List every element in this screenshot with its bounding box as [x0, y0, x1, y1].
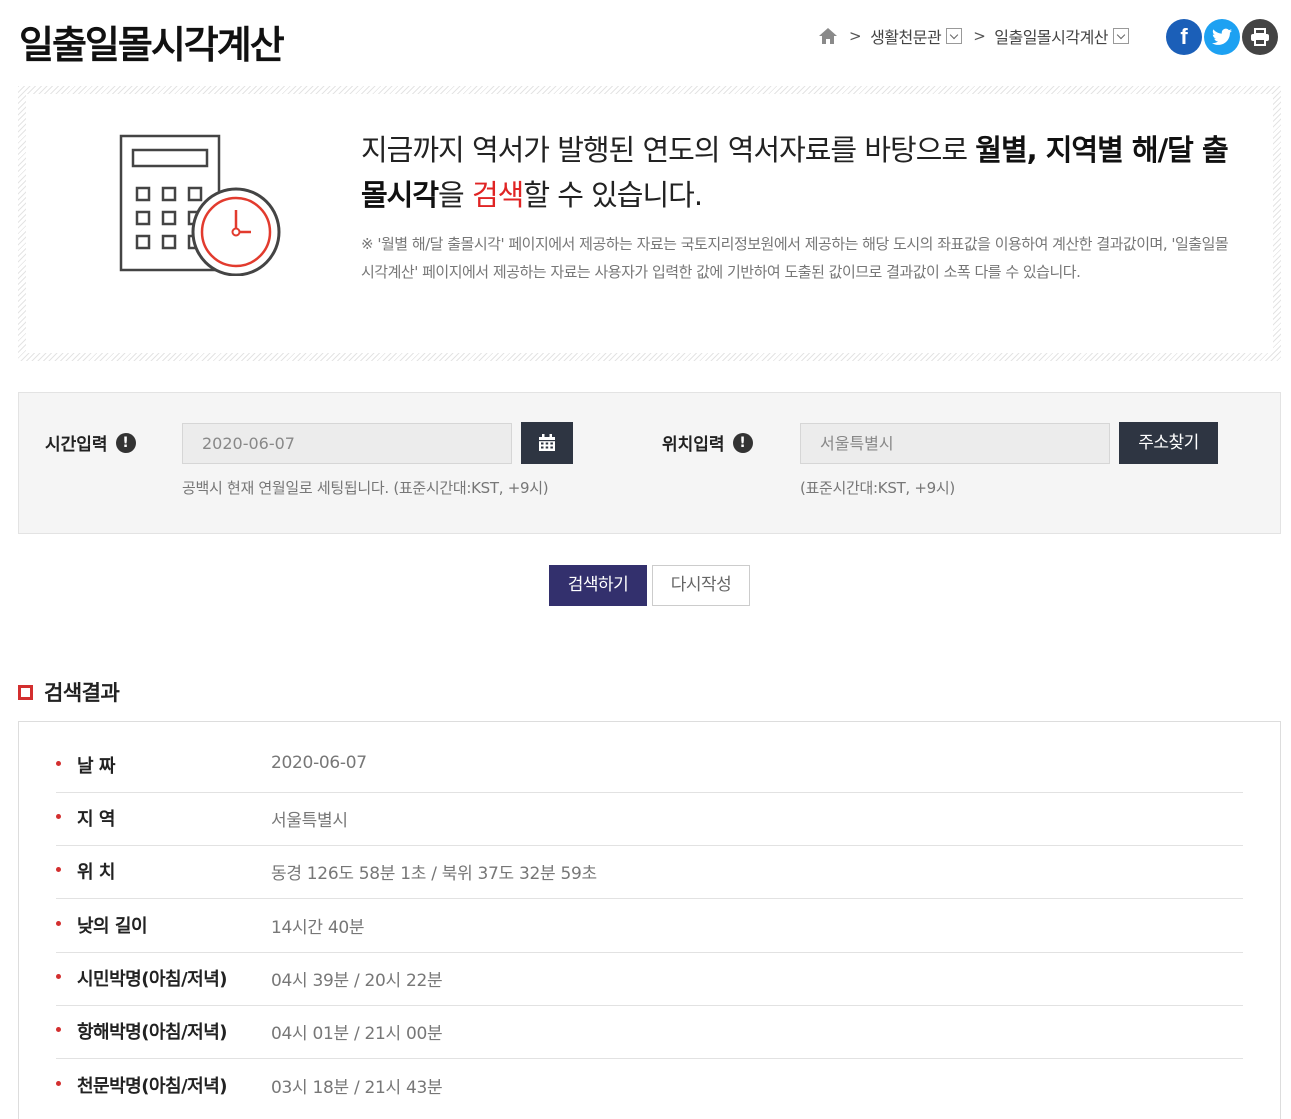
breadcrumb-item-label: 생활천문관	[870, 28, 942, 47]
result-row: 항해박명(아침/저녁) 04시 01분 / 21시 00분	[56, 1006, 1243, 1059]
bullet-icon	[56, 1081, 61, 1086]
breadcrumb-separator: >	[849, 27, 862, 45]
search-form: 시간입력 ! 2020-06-07 공백시 현재 연월일로 세팅됩니다. (표준…	[18, 392, 1281, 534]
facebook-icon[interactable]: f	[1166, 19, 1202, 55]
results-title: 검색결과	[18, 677, 120, 707]
result-label: 시민박명(아침/저녁)	[77, 969, 228, 990]
result-row: 천문박명(아침/저녁) 03시 18분 / 21시 43분	[56, 1060, 1243, 1113]
intro-headline: 지금까지 역서가 발행된 연도의 역서자료를 바탕으로 월별, 지역별 해/달 …	[361, 128, 1241, 218]
breadcrumb-item-category[interactable]: 생활천문관	[870, 24, 963, 48]
location-input-label-text: 위치입력	[662, 435, 725, 455]
result-row: 낮의 길이 14시간 40분	[56, 900, 1243, 953]
square-bullet-icon	[18, 684, 33, 700]
info-icon[interactable]: !	[732, 432, 753, 453]
result-value: 04시 39분 / 20시 22분	[271, 971, 443, 991]
result-value: 동경 126도 58분 1초 / 북위 37도 32분 59초	[271, 864, 597, 884]
bullet-icon	[56, 761, 61, 766]
time-input-label-text: 시간입력	[45, 435, 108, 455]
result-label: 낮의 길이	[77, 916, 148, 937]
breadcrumb: > 생활천문관 > 일출일몰시각계산	[818, 24, 1130, 48]
intro-note: ※ '월별 해/달 출몰시각' 페이지에서 제공하는 자료는 국토지리정보원에서…	[361, 235, 1229, 281]
result-value: 03시 18분 / 21시 43분	[271, 1078, 443, 1098]
reset-button[interactable]: 다시작성	[652, 565, 750, 606]
location-help-text: (표준시간대:KST, +9시)	[800, 479, 955, 497]
chevron-down-icon[interactable]	[946, 28, 963, 44]
result-value: 서울특별시	[271, 811, 348, 831]
search-button[interactable]: 검색하기	[549, 565, 647, 606]
date-input[interactable]: 2020-06-07	[182, 423, 512, 464]
result-row: 시민박명(아침/저녁) 04시 39분 / 20시 22분	[56, 953, 1243, 1006]
page-title: 일출일몰시각계산	[19, 23, 285, 67]
bullet-icon	[56, 867, 61, 872]
calculator-clock-icon	[111, 126, 281, 277]
time-help-text: 공백시 현재 연월일로 세팅됩니다. (표준시간대:KST, +9시)	[182, 479, 549, 497]
chevron-down-icon[interactable]	[1113, 28, 1130, 44]
bullet-icon	[56, 921, 61, 926]
print-icon[interactable]	[1242, 19, 1278, 55]
breadcrumb-item-label: 일출일몰시각계산	[994, 28, 1109, 47]
location-input[interactable]: 서울특별시	[800, 423, 1110, 464]
result-label: 위 치	[77, 862, 115, 883]
result-label: 지 역	[77, 809, 115, 830]
bullet-icon	[56, 814, 61, 819]
result-row: 위 치 동경 126도 58분 1초 / 북위 37도 32분 59초	[56, 846, 1243, 899]
result-value: 14시간 40분	[271, 918, 365, 938]
result-row: 지 역 서울특별시	[56, 793, 1243, 846]
result-label: 항해박명(아침/저녁)	[77, 1022, 228, 1043]
result-value: 2020-06-07	[271, 753, 367, 773]
calendar-button[interactable]	[521, 422, 573, 464]
bullet-icon	[56, 974, 61, 979]
result-label: 천문박명(아침/저녁)	[77, 1076, 228, 1097]
time-input-label: 시간입력 !	[45, 430, 136, 455]
breadcrumb-item-page[interactable]: 일출일몰시각계산	[994, 24, 1130, 48]
results-title-text: 검색결과	[44, 681, 120, 705]
breadcrumb-separator: >	[973, 27, 986, 45]
twitter-icon[interactable]	[1204, 19, 1240, 55]
home-icon[interactable]	[818, 26, 838, 46]
result-value: 04시 01분 / 21시 00분	[271, 1024, 443, 1044]
calendar-icon	[539, 434, 555, 451]
result-label: 날 짜	[77, 756, 115, 777]
location-input-label: 위치입력 !	[662, 430, 753, 455]
share-buttons: f	[1166, 19, 1278, 55]
intro-box: 지금까지 역서가 발행된 연도의 역서자료를 바탕으로 월별, 지역별 해/달 …	[18, 86, 1281, 361]
intro-headline-text: 할 수 있습니다.	[523, 178, 703, 212]
results-table: 날 짜 2020-06-07 지 역 서울특별시 위 치 동경 126도 58분…	[18, 721, 1281, 1119]
intro-headline-text: 지금까지 역서가 발행된 연도의 역서자료를 바탕으로	[361, 133, 976, 167]
result-row: 날 짜 2020-06-07	[56, 740, 1243, 793]
info-icon[interactable]: !	[115, 432, 136, 453]
bullet-icon	[56, 1027, 61, 1032]
intro-headline-text: 을	[438, 178, 472, 212]
intro-headline-highlight: 검색	[471, 178, 524, 212]
find-address-button[interactable]: 주소찾기	[1119, 422, 1218, 464]
